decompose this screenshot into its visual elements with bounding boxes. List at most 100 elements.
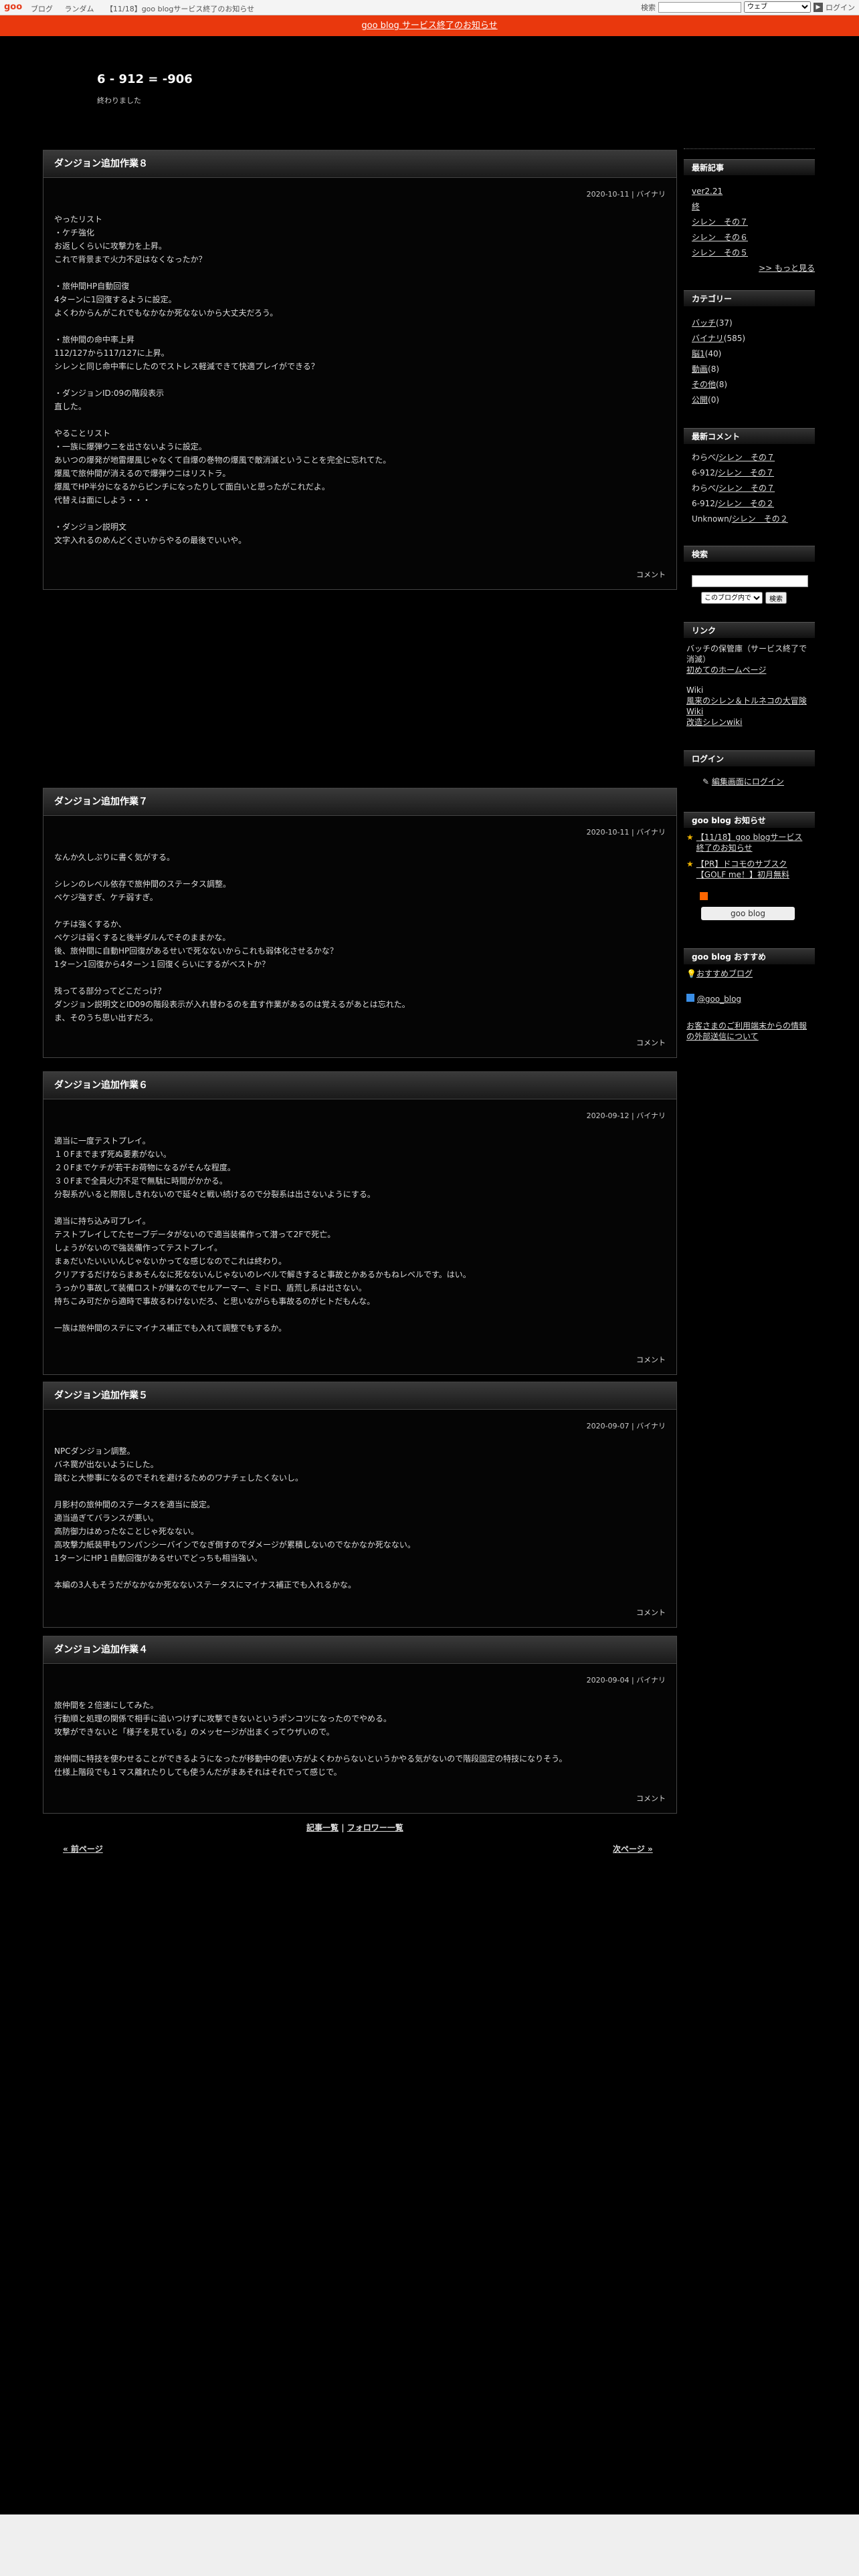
service-notice-link[interactable]: goo blog サービス終了のお知らせ <box>361 21 497 31</box>
recommend-list: 💡おすすめブログ @goo_blog お客さまのご利用端末からの情報の外部送信に… <box>686 968 809 1042</box>
login-box: ✎ 編集画面にログイン <box>702 774 826 790</box>
post-body: NPCダンジョン調整。 バネ罠が出ないようにした。 踏むと大惨事になるのでそれを… <box>54 1446 415 1590</box>
recent-post-link[interactable]: ver2.21 <box>692 187 723 196</box>
nav-announcement[interactable]: 【11/18】goo blogサービス終了のお知らせ <box>106 5 254 13</box>
comment-author: Unknown/ <box>692 514 732 524</box>
blog-search-box: このブログ内で 検索 <box>692 574 815 604</box>
post-title[interactable]: ダンジョン追加作業５ <box>43 1382 676 1410</box>
search-go-icon[interactable]: ▶ <box>814 2 823 12</box>
post-entry: ダンジョン追加作業４ 2020-09-04 | バイナリ 旅仲間を２倍速にしてみ… <box>43 1636 677 1814</box>
recent-comments-list: わらべ/シレン その７ 6-912/シレン その７ わらべ/シレン その７ 6-… <box>692 450 815 527</box>
post-body: 適当に一度テストプレイ。 １０Fまでまず死ぬ要素がない。 ２０Fまでケチが若干お… <box>54 1136 471 1333</box>
nav-blog[interactable]: ブログ <box>31 5 53 13</box>
top-nav: ブログ ランダム 【11/18】goo blogサービス終了のお知らせ <box>31 3 264 14</box>
category-count: (8) <box>716 380 728 389</box>
blog-search-scope[interactable]: このブログ内で <box>701 592 763 604</box>
top-search: 検索 ウェブ ▶ ログイン <box>641 1 855 13</box>
comment-post-link[interactable]: シレン その２ <box>732 514 788 524</box>
next-page-link[interactable]: 次ページ » <box>613 1843 653 1854</box>
category-link[interactable]: その他 <box>692 380 716 389</box>
recent-post-link[interactable]: シレン その５ <box>692 248 748 257</box>
post-entry: ダンジョン追加作業７ 2020-10-11 | バイナリ なんか久しぶりに書く気… <box>43 788 677 1058</box>
comment-link[interactable]: コメント <box>636 1354 666 1365</box>
links-title: リンク <box>684 622 815 638</box>
recommend-title: goo blog おすすめ <box>684 948 815 964</box>
recent-post-link[interactable]: 終 <box>692 202 700 211</box>
recent-posts-list: ver2.21 終 シレン その７ シレン その６ シレン その５ >> もっと… <box>692 184 815 276</box>
post-meta: 2020-09-07 | バイナリ <box>586 1422 666 1430</box>
post-body: 旅仲間を２倍速にしてみた。 行動順と処理の関係で相手に追いつけずに攻撃できないと… <box>54 1701 567 1777</box>
top-bar: goo ブログ ランダム 【11/18】goo blogサービス終了のお知らせ … <box>0 0 859 15</box>
page-footer <box>0 2514 859 2576</box>
news-list: ★ 【11/18】goo blogサービス終了のお知らせ ★ 【PR】ドコモのサブス… <box>686 832 809 920</box>
comment-link[interactable]: コメント <box>636 1793 666 1804</box>
recent-post-link[interactable]: シレン その６ <box>692 233 748 242</box>
category-link[interactable]: 脳1 <box>692 349 705 358</box>
news-link[interactable]: 【11/18】goo blogサービス終了のお知らせ <box>696 832 809 853</box>
comment-link[interactable]: コメント <box>636 569 666 580</box>
article-list-link[interactable]: 記事一覧 <box>306 1823 339 1832</box>
recent-posts-title: 最新記事 <box>684 159 815 175</box>
category-link[interactable]: バッチ <box>692 318 716 328</box>
blog-description: 終わりました <box>97 96 141 105</box>
prev-page-link[interactable]: « 前ページ <box>63 1843 103 1854</box>
comment-post-link[interactable]: シレン その７ <box>718 468 774 477</box>
post-body: なんか久しぶりに書く気がする。 シレンのレベル依存で旅仲間のステータス調整。 ペ… <box>54 853 410 1023</box>
category-link[interactable]: 動画 <box>692 364 708 374</box>
post-title[interactable]: ダンジョン追加作業８ <box>43 150 676 178</box>
links-text: Wiki <box>686 685 704 695</box>
news-title: goo blog お知らせ <box>684 812 815 828</box>
recent-comments-title: 最新コメント <box>684 428 815 444</box>
more-posts-link[interactable]: >> もっと見る <box>759 263 815 273</box>
category-link[interactable]: バイナリ <box>692 334 724 343</box>
post-title[interactable]: ダンジョン追加作業６ <box>43 1072 676 1099</box>
homepage-link[interactable]: 初めてのホームページ <box>686 665 766 675</box>
blog-search-button[interactable]: 検索 <box>765 592 787 604</box>
goo-logo[interactable]: goo <box>4 2 22 12</box>
edit-login-link[interactable]: 編集画面にログイン <box>712 777 784 786</box>
privacy-info-link[interactable]: お客さまのご利用端末からの情報の外部送信について <box>686 1021 807 1041</box>
goo-blog-badge[interactable]: goo blog <box>701 907 795 920</box>
mod-wiki-link[interactable]: 改造シレンwiki <box>686 718 742 727</box>
post-title[interactable]: ダンジョン追加作業４ <box>43 1636 676 1664</box>
blog-title[interactable]: 6 - 912 = -906 <box>97 72 193 86</box>
bulb-icon: 💡 <box>686 969 696 978</box>
comment-author: わらべ/ <box>692 453 719 462</box>
comment-author: 6-912/ <box>692 499 718 508</box>
service-notice-banner: goo blog サービス終了のお知らせ <box>0 15 859 36</box>
category-count: (0) <box>708 395 720 405</box>
next-page-text[interactable]: 次ページ » <box>613 1844 653 1854</box>
news-link[interactable]: 【PR】ドコモのサブスク【GOLF me！】初月無料 <box>696 859 809 880</box>
comment-link[interactable]: コメント <box>636 1607 666 1618</box>
search-input[interactable] <box>658 1 741 13</box>
prev-page-text[interactable]: « 前ページ <box>63 1844 103 1854</box>
category-count: (585) <box>723 334 746 343</box>
post-entry: ダンジョン追加作業６ 2020-09-12 | バイナリ 適当に一度テストプレイ… <box>43 1071 677 1375</box>
nav-random[interactable]: ランダム <box>65 5 94 13</box>
links-text: バッチの保管庫（サービス終了で消滅） <box>686 644 807 664</box>
category-title: カテゴリー <box>684 290 815 306</box>
shiren-wiki-link[interactable]: 風来のシレン＆トルネコの大冒険 Wiki <box>686 696 807 716</box>
blog-search-input[interactable] <box>692 574 808 587</box>
star-icon: ★ <box>686 859 694 869</box>
post-meta: 2020-10-11 | バイナリ <box>586 190 666 199</box>
category-link[interactable]: 公開 <box>692 395 708 405</box>
comment-link[interactable]: コメント <box>636 1037 666 1048</box>
category-count: (40) <box>704 349 722 358</box>
login-link[interactable]: ログイン <box>826 2 855 13</box>
comment-post-link[interactable]: シレン その７ <box>719 484 775 493</box>
links-list: バッチの保管庫（サービス終了で消滅） 初めてのホームページ Wiki 風来のシレ… <box>686 643 809 728</box>
twitter-link[interactable]: @goo_blog <box>697 994 741 1004</box>
post-title[interactable]: ダンジョン追加作業７ <box>43 788 676 816</box>
recent-post-link[interactable]: シレン その７ <box>692 217 748 227</box>
comment-post-link[interactable]: シレン その２ <box>718 499 774 508</box>
recommended-blogs-link[interactable]: おすすめブログ <box>696 969 753 978</box>
followers-list-link[interactable]: フォロワー一覧 <box>347 1823 403 1832</box>
comment-post-link[interactable]: シレン その７ <box>719 453 775 462</box>
post-meta: 2020-09-12 | バイナリ <box>586 1111 666 1120</box>
rss-icon[interactable] <box>700 892 708 900</box>
blog-search-title: 検索 <box>684 546 815 562</box>
category-count: (8) <box>708 364 720 374</box>
comment-author: わらべ/ <box>692 484 719 493</box>
search-scope-select[interactable]: ウェブ <box>744 1 811 13</box>
